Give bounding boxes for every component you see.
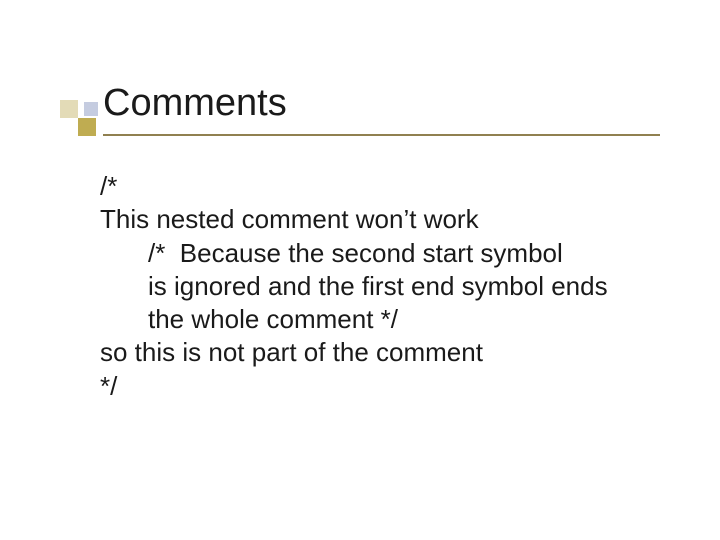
slide: Comments /* This nested comment won’t wo… xyxy=(0,0,720,540)
slide-title: Comments xyxy=(103,82,287,125)
body-line: the whole comment */ xyxy=(100,303,650,336)
body-line: This nested comment won’t work xyxy=(100,203,650,236)
body-line: so this is not part of the comment xyxy=(100,336,650,369)
slide-body: /* This nested comment won’t work /* Bec… xyxy=(100,170,650,403)
body-line: /* Because the second start symbol xyxy=(100,237,650,270)
ornament-square-icon xyxy=(78,118,96,136)
ornament-square-icon xyxy=(60,100,78,118)
body-line: */ xyxy=(100,370,650,403)
title-underline xyxy=(103,134,660,136)
body-line: /* xyxy=(100,170,650,203)
body-line: is ignored and the first end symbol ends xyxy=(100,270,650,303)
title-ornament xyxy=(60,100,106,146)
ornament-square-icon xyxy=(84,102,98,116)
